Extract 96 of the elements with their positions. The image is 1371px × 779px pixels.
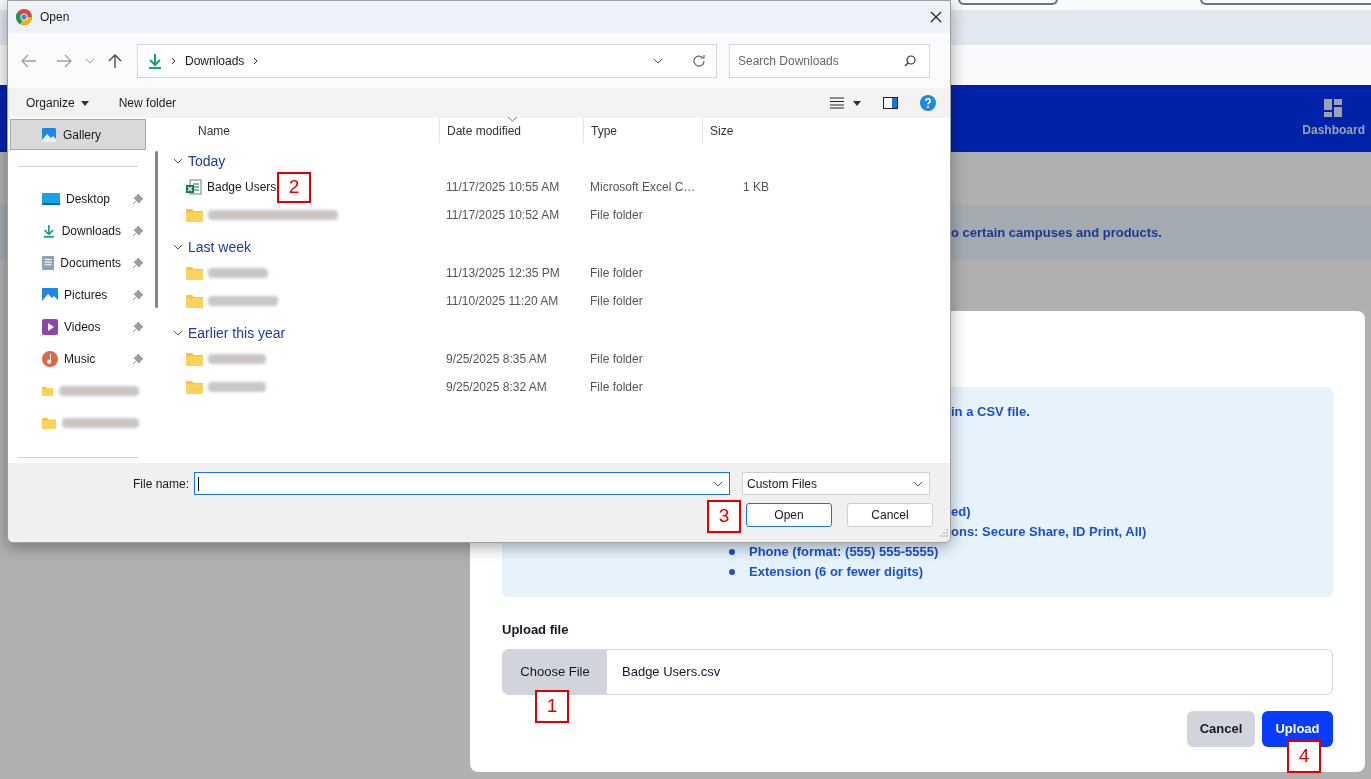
resize-grip-icon[interactable] xyxy=(940,529,948,537)
file-input[interactable]: Choose File Badge Users.csv xyxy=(502,649,1333,695)
sidebar-item[interactable]: Desktop xyxy=(10,183,146,215)
sidebar-item[interactable]: Pictures xyxy=(10,279,146,311)
back-icon[interactable] xyxy=(21,53,37,68)
browser-logo-icon xyxy=(16,9,32,25)
choose-file-button[interactable]: Choose File xyxy=(503,650,607,694)
file-name-field[interactable] xyxy=(194,472,731,495)
search-icon xyxy=(904,54,916,67)
column-header[interactable]: Date modified xyxy=(439,118,583,143)
field-label: File name: xyxy=(133,475,190,493)
forward-icon[interactable] xyxy=(56,53,72,68)
help-icon[interactable] xyxy=(920,95,936,111)
step-marker: 3 xyxy=(707,500,741,533)
column-header[interactable]: Type xyxy=(583,118,702,143)
info-text: ed) xyxy=(951,504,971,519)
dashboard-icon xyxy=(1324,98,1344,118)
folder-icon xyxy=(42,384,54,398)
date-text: 11/17/2025 10:55 AM xyxy=(446,180,560,194)
address-bar[interactable]: Downloads xyxy=(137,43,717,78)
file-name-text: Badge Users.csv xyxy=(622,663,721,682)
cancel-button[interactable]: Cancel xyxy=(847,503,933,527)
folder-icon xyxy=(42,416,57,430)
gallery-icon xyxy=(41,126,57,143)
step-marker: 4 xyxy=(1287,740,1321,773)
spreadsheet-icon xyxy=(186,179,202,195)
type-text: File folder xyxy=(590,294,643,308)
column-header[interactable]: Name xyxy=(164,118,439,143)
bullet-icon xyxy=(729,549,735,555)
file-name: Badge Users xyxy=(207,179,277,196)
monitor-icon xyxy=(42,192,60,206)
refresh-icon[interactable] xyxy=(692,53,706,68)
document-icon xyxy=(42,255,55,271)
sidebar-item[interactable]: Downloads xyxy=(10,215,146,247)
new-folder-button[interactable]: New folder xyxy=(118,94,177,112)
sidebar-item[interactable]: Gallery xyxy=(10,119,146,150)
type-text: File folder xyxy=(590,352,643,366)
folder-icon xyxy=(186,208,203,222)
type-text: Microsoft Excel C… xyxy=(590,180,696,194)
step-marker: 1 xyxy=(535,690,569,723)
download-icon xyxy=(148,52,162,69)
bullet-icon xyxy=(729,569,735,575)
close-icon[interactable] xyxy=(930,11,942,23)
info-text: in a CSV file. xyxy=(951,404,1030,419)
chevron-down-icon xyxy=(173,330,183,336)
folder-icon xyxy=(186,380,203,394)
field-label: Upload file xyxy=(502,622,569,637)
banner-text: o certain campuses and products. xyxy=(951,223,1162,242)
picture-icon xyxy=(42,287,58,303)
date-text: 9/25/2025 8:32 AM xyxy=(446,380,547,394)
up-icon[interactable] xyxy=(108,52,122,69)
window-title: Open xyxy=(40,9,71,26)
date-text: 11/13/2025 12:35 PM xyxy=(446,266,560,280)
video-icon xyxy=(42,319,58,335)
group-header[interactable]: Earlier this year xyxy=(164,321,950,345)
date-text: 9/25/2025 8:35 AM xyxy=(446,352,547,366)
bullet-text: Phone (format: (555) 555-5555) xyxy=(749,543,939,561)
folder-icon xyxy=(186,352,203,366)
type-text: File folder xyxy=(590,208,643,222)
file-type-dropdown[interactable]: Custom Files xyxy=(742,472,931,495)
sort-caret-icon xyxy=(508,117,517,122)
nav-item[interactable]: Dashboard xyxy=(1298,98,1369,139)
download-icon xyxy=(42,223,56,239)
caret-icon xyxy=(80,100,89,106)
chevron-down-icon xyxy=(913,480,924,487)
chevron-down-icon xyxy=(173,244,183,250)
sidebar-item[interactable]: Videos xyxy=(10,311,146,343)
open-button[interactable]: Open xyxy=(746,503,832,527)
sidebar-item[interactable]: Documents xyxy=(10,247,146,279)
upload-button[interactable]: Upload xyxy=(1262,711,1333,747)
breadcrumb-item[interactable]: Downloads xyxy=(185,51,245,70)
size-text: 1 KB xyxy=(743,180,769,194)
sidebar-item[interactable]: Music xyxy=(10,343,146,375)
column-header[interactable]: Size xyxy=(702,118,776,143)
search-field[interactable]: Search Downloads xyxy=(729,43,930,78)
info-text: ons: Secure Share, ID Print, All) xyxy=(951,524,1147,539)
bullet-text: Extension (6 or fewer digits) xyxy=(749,563,924,581)
music-icon xyxy=(42,351,58,367)
preview-pane-icon[interactable] xyxy=(883,97,898,109)
chevron-right-icon xyxy=(171,56,176,65)
chevron-right-icon xyxy=(253,56,259,65)
list-view-icon[interactable] xyxy=(830,97,844,109)
folder-icon xyxy=(186,294,203,308)
cancel-button[interactable]: Cancel xyxy=(1187,711,1255,747)
organize-menu[interactable]: Organize xyxy=(26,94,89,112)
chevron-down-icon xyxy=(173,158,183,164)
chevron-down-icon xyxy=(713,480,724,487)
folder-icon xyxy=(186,266,203,280)
date-text: 11/10/2025 11:20 AM xyxy=(446,294,559,308)
chevron-down-icon[interactable] xyxy=(653,57,663,64)
type-text: File folder xyxy=(590,380,643,394)
step-marker: 2 xyxy=(277,172,311,203)
group-header[interactable]: Last week xyxy=(164,235,950,259)
date-text: 11/17/2025 10:52 AM xyxy=(446,208,560,222)
caret-icon[interactable] xyxy=(853,100,861,106)
type-text: File folder xyxy=(590,266,643,280)
